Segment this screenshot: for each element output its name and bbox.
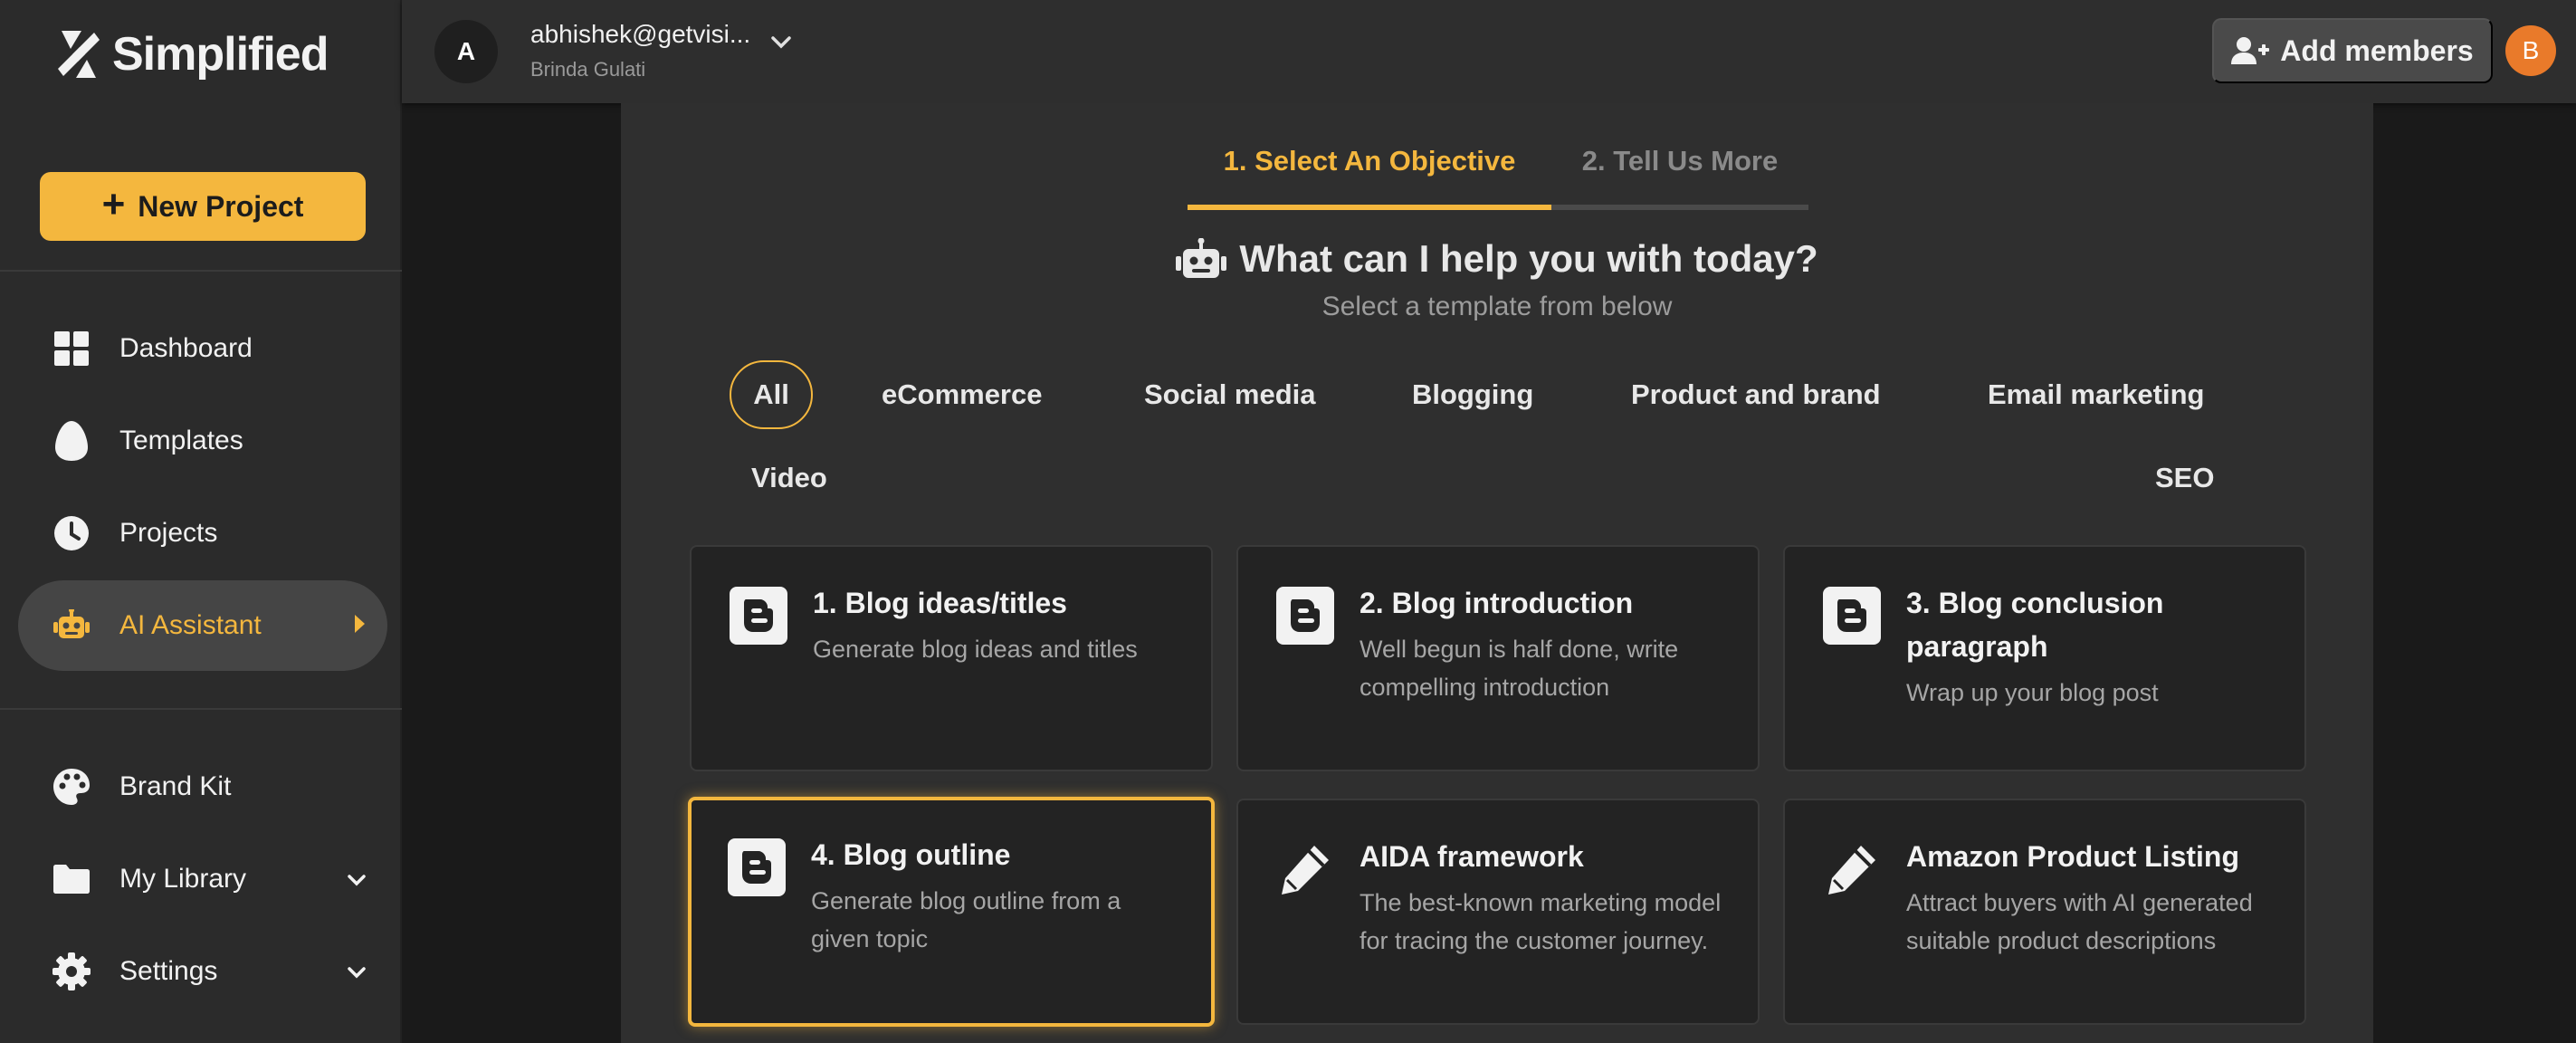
wizard-steps: 1. Select An Objective 2. Tell Us More <box>1188 143 1808 210</box>
chevron-down-icon <box>348 956 366 987</box>
template-description: Well begun is half done, write compellin… <box>1360 636 1679 701</box>
new-project-label: New Project <box>138 189 304 223</box>
new-project-button[interactable]: + New Project <box>40 172 366 241</box>
sidebar-item-label: Settings <box>119 956 218 986</box>
category-chip-product-and-brand[interactable]: Product and brand <box>1609 360 1903 429</box>
sidebar-item-dashboard[interactable]: Dashboard <box>18 303 387 394</box>
sidebar-item-label: Projects <box>119 518 218 548</box>
egg-icon <box>52 421 91 461</box>
category-chip-blogging[interactable]: Blogging <box>1390 360 1555 429</box>
account-name: Brinda Gulati <box>530 58 646 81</box>
plus-icon: + <box>101 182 126 226</box>
page-heading-text: What can I help you with today? <box>1239 237 1818 280</box>
sidebar-item-brand-kit[interactable]: Brand Kit <box>18 742 387 832</box>
sidebar-item-my-library[interactable]: My Library <box>18 834 387 924</box>
template-title: 1. Blog ideas/titles <box>813 587 1067 619</box>
user-avatar[interactable]: B <box>2505 25 2556 76</box>
app-logo[interactable]: Simplified <box>54 27 329 81</box>
sidebar-item-label: AI Assistant <box>119 610 262 640</box>
top-bar: A abhishek@getvisi... Brinda Gulati Add … <box>402 0 2576 103</box>
page-heading: What can I help you with today? <box>621 237 2373 281</box>
caret-right-icon <box>353 610 366 641</box>
simplified-logo-icon <box>58 31 100 78</box>
category-chip-ecommerce[interactable]: eCommerce <box>860 360 1064 429</box>
step-tab-select-objective[interactable]: 1. Select An Objective <box>1188 143 1551 210</box>
sidebar-item-label: My Library <box>119 864 247 894</box>
sidebar: Simplified + New Project Dashboard Templ… <box>0 0 402 1043</box>
template-title: Amazon Product Listing <box>1906 840 2239 873</box>
template-title: 4. Blog outline <box>811 838 1011 871</box>
template-card[interactable]: 3. Blog conclusion paragraph Wrap up you… <box>1783 545 2306 771</box>
sidebar-item-label: Dashboard <box>119 333 253 363</box>
app-logo-text: Simplified <box>112 28 329 81</box>
template-card[interactable]: 1. Blog ideas/titles Generate blog ideas… <box>690 545 1213 771</box>
category-chip-social-media[interactable]: Social media <box>1122 360 1338 429</box>
template-card-selected[interactable]: 4. Blog outline Generate blog outline fr… <box>688 797 1215 1027</box>
category-chip-seo[interactable]: SEO <box>2133 444 2236 512</box>
pencil-icon <box>1282 846 1329 895</box>
template-description: Attract buyers with AI generated suitabl… <box>1906 889 2253 954</box>
blogger-icon <box>1823 587 1881 645</box>
sidebar-item-ai-assistant[interactable]: AI Assistant <box>18 580 387 671</box>
robot-icon <box>1176 238 1227 278</box>
template-description: Wrap up your blog post <box>1906 679 2159 706</box>
sidebar-item-label: Templates <box>119 426 243 455</box>
blogger-icon <box>1276 587 1334 645</box>
palette-icon <box>52 768 91 806</box>
account-switcher-chevron-icon[interactable] <box>771 36 791 53</box>
sidebar-item-templates[interactable]: Templates <box>18 396 387 486</box>
template-title: 2. Blog introduction <box>1360 587 1634 619</box>
pencil-icon <box>1828 846 1875 895</box>
template-title: 3. Blog conclusion paragraph <box>1906 587 2164 663</box>
blogger-icon <box>728 838 786 896</box>
category-chip-all[interactable]: All <box>730 360 813 429</box>
folder-icon <box>52 860 91 898</box>
sidebar-item-projects[interactable]: Projects <box>18 488 387 579</box>
clock-icon <box>52 514 91 552</box>
add-members-button[interactable]: Add members <box>2212 18 2493 83</box>
template-description: Generate blog outline from a given topic <box>811 887 1121 952</box>
template-description: Generate blog ideas and titles <box>813 636 1138 663</box>
chevron-down-icon <box>348 864 366 895</box>
category-chip-video[interactable]: Video <box>730 444 849 512</box>
add-members-label: Add members <box>2280 33 2474 67</box>
step-tab-tell-us-more[interactable]: 2. Tell Us More <box>1551 143 1808 210</box>
sidebar-item-label: Brand Kit <box>119 771 232 801</box>
template-description: The best-known marketing model for traci… <box>1360 889 1722 954</box>
blogger-icon <box>730 587 787 645</box>
workspace-avatar[interactable]: A <box>434 20 498 83</box>
sidebar-item-settings[interactable]: Settings <box>18 926 387 1017</box>
account-email[interactable]: abhishek@getvisi... <box>530 20 750 49</box>
template-picker-panel: 1. Select An Objective 2. Tell Us More W… <box>621 103 2373 1043</box>
template-title: AIDA framework <box>1360 840 1584 873</box>
gear-icon <box>52 952 91 990</box>
user-plus-icon <box>2231 37 2270 64</box>
template-card[interactable]: AIDA framework The best-known marketing … <box>1236 799 1760 1025</box>
page-subheading: Select a template from below <box>1321 292 1673 321</box>
template-card[interactable]: 2. Blog introduction Well begun is half … <box>1236 545 1760 771</box>
category-chip-email-marketing[interactable]: Email marketing <box>1966 360 2226 429</box>
dashboard-grid-icon <box>52 330 91 368</box>
robot-icon <box>52 607 91 645</box>
sidebar-divider <box>0 270 402 272</box>
sidebar-divider <box>0 708 402 710</box>
template-card[interactable]: Amazon Product Listing Attract buyers wi… <box>1783 799 2306 1025</box>
